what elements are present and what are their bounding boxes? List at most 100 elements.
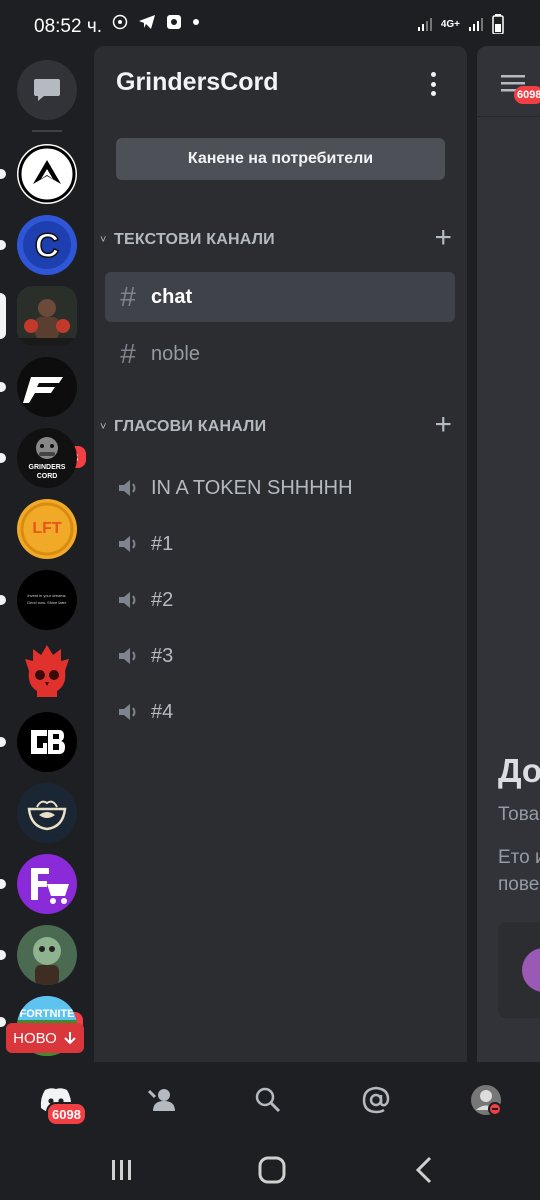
back-icon[interactable]: [414, 1156, 434, 1184]
server-icon-skull[interactable]: [17, 641, 77, 701]
unread-indicator: [0, 453, 6, 463]
bottom-nav: 6098: [0, 1062, 540, 1138]
server-icon-fcart[interactable]: [17, 854, 77, 914]
new-label: НОВО: [13, 1029, 57, 1047]
server-icon-invest[interactable]: Invest in your dreams. Grind now. Shine …: [17, 570, 77, 630]
chat-pane-peek[interactable]: 6098 До Това Ето и пове: [477, 46, 540, 1062]
server-icon-a[interactable]: [17, 144, 77, 204]
server-logo: [27, 800, 67, 831]
chat-header: 6098: [477, 46, 540, 117]
hash-icon: #: [120, 338, 136, 369]
home-icon[interactable]: [258, 1156, 286, 1184]
unread-indicator: [0, 1017, 6, 1027]
unread-indicator: [0, 240, 6, 250]
recents-icon[interactable]: [110, 1158, 134, 1182]
guild-name[interactable]: GrindersCord: [116, 68, 279, 97]
add-channel-icon[interactable]: +: [434, 223, 452, 253]
arrow-down-icon: [64, 1032, 76, 1045]
server-logo: [18, 145, 76, 203]
network-type: 4G+: [440, 18, 460, 30]
server-icon-lft[interactable]: LFT: [17, 499, 77, 559]
server-logo: [17, 286, 77, 346]
server-logo-text: CORD: [36, 473, 58, 480]
channel-noble[interactable]: # noble: [105, 329, 455, 379]
server-icon-c[interactable]: C: [17, 215, 77, 275]
welcome-text: Това: [498, 804, 540, 825]
status-time: 08:52 ч.: [34, 16, 103, 37]
chevron-down-icon: ˅: [100, 421, 107, 433]
channel-label: #4: [151, 700, 174, 723]
status-bar: 08:52 ч. 4G+: [0, 0, 540, 50]
system-navigation: [0, 1138, 540, 1200]
invite-icon: [522, 948, 540, 992]
server-rail: C 13 GRINDERS CORD LFT Invest in your dr…: [0, 50, 94, 1062]
server-logo-text: Invest in your dreams.: [27, 593, 67, 598]
nav-badge: 6098: [46, 1102, 87, 1126]
unread-indicator: [0, 737, 6, 747]
new-unreads-pill[interactable]: НОВО: [6, 1023, 84, 1053]
hash-icon: #: [120, 281, 136, 312]
unread-indicator: [0, 169, 6, 179]
voice-channel[interactable]: #3: [105, 631, 455, 681]
category-text-channels[interactable]: ˅ ТЕКСТОВИ КАНАЛИ +: [100, 223, 452, 253]
selected-indicator: [0, 293, 6, 339]
telegram-icon: [139, 15, 155, 29]
speaker-icon: [105, 645, 151, 667]
nav-friends[interactable]: [142, 1080, 182, 1120]
category-label: ГЛАСОВИ КАНАЛИ: [114, 418, 267, 435]
server-icon-gb[interactable]: [17, 712, 77, 772]
signal-icon: [417, 18, 432, 31]
dot-icon: [193, 19, 199, 25]
channel-label: #1: [151, 532, 174, 555]
server-logo-text: FORTNITE: [19, 1008, 75, 1020]
server-icon-grinderscord[interactable]: GRINDERS CORD: [17, 428, 77, 488]
chat-bubble-icon: [34, 79, 60, 101]
at-icon: [362, 1086, 390, 1114]
voice-channel[interactable]: #1: [105, 519, 455, 569]
status-system-icons: 4G+: [417, 14, 504, 34]
invite-members-button[interactable]: Канене на потребители: [116, 138, 445, 180]
server-logo-text: GRINDERS: [28, 464, 66, 471]
voice-channel[interactable]: #2: [105, 575, 455, 625]
avatar: [471, 1085, 502, 1116]
nav-mentions[interactable]: [356, 1080, 396, 1120]
more-options-icon[interactable]: [431, 72, 437, 96]
nav-profile[interactable]: [466, 1080, 506, 1120]
direct-messages-button[interactable]: [17, 60, 77, 120]
server-logo: C: [23, 221, 71, 269]
signal-icon-2: [469, 18, 483, 31]
server-logo: [33, 937, 61, 985]
server-logo: [31, 868, 69, 904]
channel-label: chat: [151, 285, 193, 308]
speaker-icon: [105, 589, 151, 611]
speaker-icon: [105, 701, 151, 723]
welcome-text: пове: [498, 874, 540, 895]
server-icon-bowl[interactable]: [17, 783, 77, 843]
welcome-title: До: [498, 752, 540, 789]
channel-chat[interactable]: # chat: [105, 272, 455, 322]
add-channel-icon[interactable]: +: [434, 410, 452, 440]
voice-channel[interactable]: IN A TOKEN SHHHHH: [105, 463, 455, 513]
server-icon-zombie[interactable]: [17, 925, 77, 985]
server-icon-f[interactable]: [17, 357, 77, 417]
channel-panel: GrindersCord Канене на потребители ˅ ТЕК…: [94, 46, 467, 1062]
status-notification-icons: [112, 14, 200, 30]
chevron-down-icon: ˅: [100, 234, 107, 246]
channel-label: noble: [151, 342, 200, 365]
speaker-icon: [105, 533, 151, 555]
rail-divider: [32, 130, 62, 132]
unread-indicator: [0, 950, 6, 960]
unread-indicator: [0, 879, 6, 889]
welcome-card[interactable]: [498, 922, 540, 1018]
category-voice-channels[interactable]: ˅ ГЛАСОВИ КАНАЛИ +: [100, 410, 452, 440]
football-icon: [112, 14, 128, 30]
channel-label: #3: [151, 644, 174, 667]
server-logo: [23, 377, 63, 403]
nav-search[interactable]: [248, 1080, 288, 1120]
channel-label: #2: [151, 588, 174, 611]
unread-indicator: [0, 595, 6, 605]
speaker-icon: [105, 477, 151, 499]
voice-channel[interactable]: #4: [105, 687, 455, 737]
unread-count-badge: 6098: [514, 86, 540, 104]
server-icon-boxer[interactable]: [17, 286, 77, 346]
